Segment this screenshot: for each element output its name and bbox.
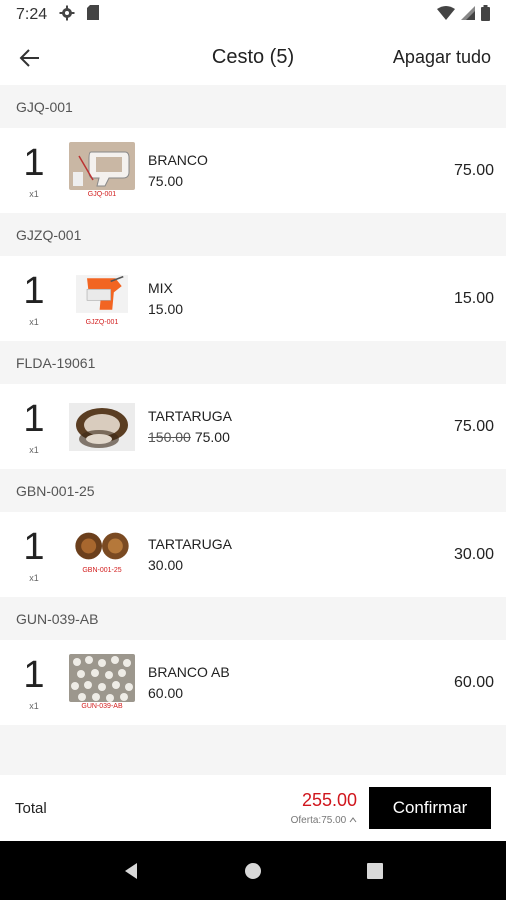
quantity-unit: x1 [29, 188, 39, 199]
quantity-display[interactable]: 1 x1 [0, 399, 68, 455]
cart-item-row[interactable]: 1 x1 GBN-001-25 TARTARUGA 30.00 30.00 [0, 512, 506, 597]
app-bar: Cesto (5) Apagar tudo [0, 30, 506, 85]
group-header: GUN-039-AB [0, 597, 506, 640]
wifi-icon [437, 5, 455, 25]
line-total: 30.00 [453, 545, 494, 563]
item-variant: BRANCO [148, 152, 208, 168]
tag-gun-white-icon [69, 141, 135, 190]
line-total: 75.00 [453, 161, 494, 179]
item-info: TARTARUGA 30.00 [148, 536, 232, 573]
product-thumbnail[interactable]: GUN-039-AB [68, 653, 136, 712]
product-thumbnail[interactable]: GJZQ-001 [68, 270, 136, 328]
quantity-number: 1 [23, 269, 45, 312]
product-thumbnail[interactable] [68, 398, 136, 456]
nav-recents-button[interactable] [355, 851, 395, 891]
tag-gun-orange-icon [76, 274, 128, 313]
nav-home-button[interactable] [233, 851, 273, 891]
item-price-line: 15.00 [148, 301, 183, 317]
line-total: 60.00 [453, 673, 494, 691]
clear-all-button[interactable]: Apagar tudo [393, 47, 506, 68]
item-info: MIX 15.00 [148, 280, 183, 317]
item-price: 15.00 [148, 301, 184, 317]
offer-text: Oferta:75.00 [290, 815, 347, 826]
item-info: BRANCO AB 60.00 [148, 664, 230, 701]
quantity-unit: x1 [29, 444, 39, 455]
arrow-left-icon [19, 48, 39, 67]
thumbnail-code: GJZQ-001 [85, 318, 119, 326]
thumbnail-code: GJQ-001 [87, 190, 117, 198]
sd-card-icon [87, 5, 100, 25]
quantity-display[interactable]: 1 x1 [0, 655, 68, 711]
clock-time: 7:24 [16, 6, 48, 23]
line-total: 75.00 [453, 417, 494, 435]
line-total: 15.00 [453, 289, 494, 307]
cart-list: GJQ-001 1 x1 GJQ-001 BRANCO 75.00 75.00 … [0, 85, 506, 725]
cell-signal-icon [461, 5, 475, 25]
cart-item-row[interactable]: 1 x1 GJQ-001 BRANCO 75.00 75.00 [0, 128, 506, 213]
cart-item-row[interactable]: 1 x1 GJZQ-001 MIX 15.00 15.00 [0, 256, 506, 341]
quantity-number: 1 [23, 141, 45, 184]
system-nav-bar [0, 841, 506, 900]
battery-icon [481, 4, 490, 26]
cart-item-row[interactable]: 1 x1 GUN-039-AB BRANCO AB 60.00 60.00 [0, 640, 506, 725]
item-variant: TARTARUGA [148, 408, 233, 424]
item-variant: MIX [148, 280, 173, 296]
nav-back-button[interactable] [111, 851, 151, 891]
quantity-unit: x1 [29, 316, 39, 327]
item-info: TARTARUGA 150.00 75.00 [148, 408, 232, 445]
chevron-up-icon [349, 817, 357, 823]
thumbnail-code: GUN-039-AB [81, 702, 123, 710]
item-old-price: 150.00 [148, 429, 191, 445]
group-header: FLDA-19061 [0, 341, 506, 384]
item-variant: BRANCO AB [148, 664, 230, 680]
total-summary: 255.00 Oferta:75.00 [291, 790, 357, 826]
pearl-beads-icon [69, 653, 135, 702]
item-price: 75.00 [194, 429, 230, 445]
item-price: 60.00 [148, 685, 184, 701]
quantity-number: 1 [23, 525, 45, 568]
quantity-number: 1 [23, 397, 45, 440]
item-price: 30.00 [148, 557, 184, 573]
quantity-display[interactable]: 1 x1 [0, 271, 68, 327]
product-thumbnail[interactable]: GJQ-001 [68, 141, 136, 200]
checkout-footer: Total 255.00 Oferta:75.00 Confirmar [0, 775, 506, 841]
group-header: GJQ-001 [0, 85, 506, 128]
thumbnail-code: GBN-001-25 [82, 566, 122, 574]
quantity-display[interactable]: 1 x1 [0, 143, 68, 199]
quantity-unit: x1 [29, 700, 39, 711]
quantity-display[interactable]: 1 x1 [0, 527, 68, 583]
item-price: 75.00 [148, 173, 184, 189]
item-info: BRANCO 75.00 [148, 152, 208, 189]
settings-gear-icon [59, 5, 75, 26]
item-variant: TARTARUGA [148, 536, 233, 552]
item-price-line: 60.00 [148, 685, 230, 701]
group-header: GBN-001-25 [0, 469, 506, 512]
item-price-line: 75.00 [148, 173, 208, 189]
product-thumbnail[interactable]: GBN-001-25 [68, 525, 136, 584]
status-bar: 7:24 [0, 0, 506, 30]
back-button[interactable] [0, 30, 60, 85]
offer-toggle[interactable]: Oferta:75.00 [291, 815, 357, 826]
item-price-line: 30.00 [148, 557, 232, 573]
cart-item-row[interactable]: 1 x1 TARTARUGA 150.00 75.00 75.00 [0, 384, 506, 469]
item-price-line: 150.00 75.00 [148, 429, 232, 445]
group-header: GJZQ-001 [0, 213, 506, 256]
tortoise-buttons-icon [74, 525, 130, 566]
quantity-unit: x1 [29, 572, 39, 583]
triangle-back-icon [125, 862, 137, 879]
quantity-number: 1 [23, 653, 45, 696]
circle-home-icon [245, 862, 261, 879]
square-recents-icon [367, 862, 383, 879]
total-amount: 255.00 [301, 790, 357, 810]
total-label: Total [15, 799, 47, 817]
tortoise-frame-icon [69, 402, 135, 451]
confirm-button[interactable]: Confirmar [369, 787, 491, 829]
